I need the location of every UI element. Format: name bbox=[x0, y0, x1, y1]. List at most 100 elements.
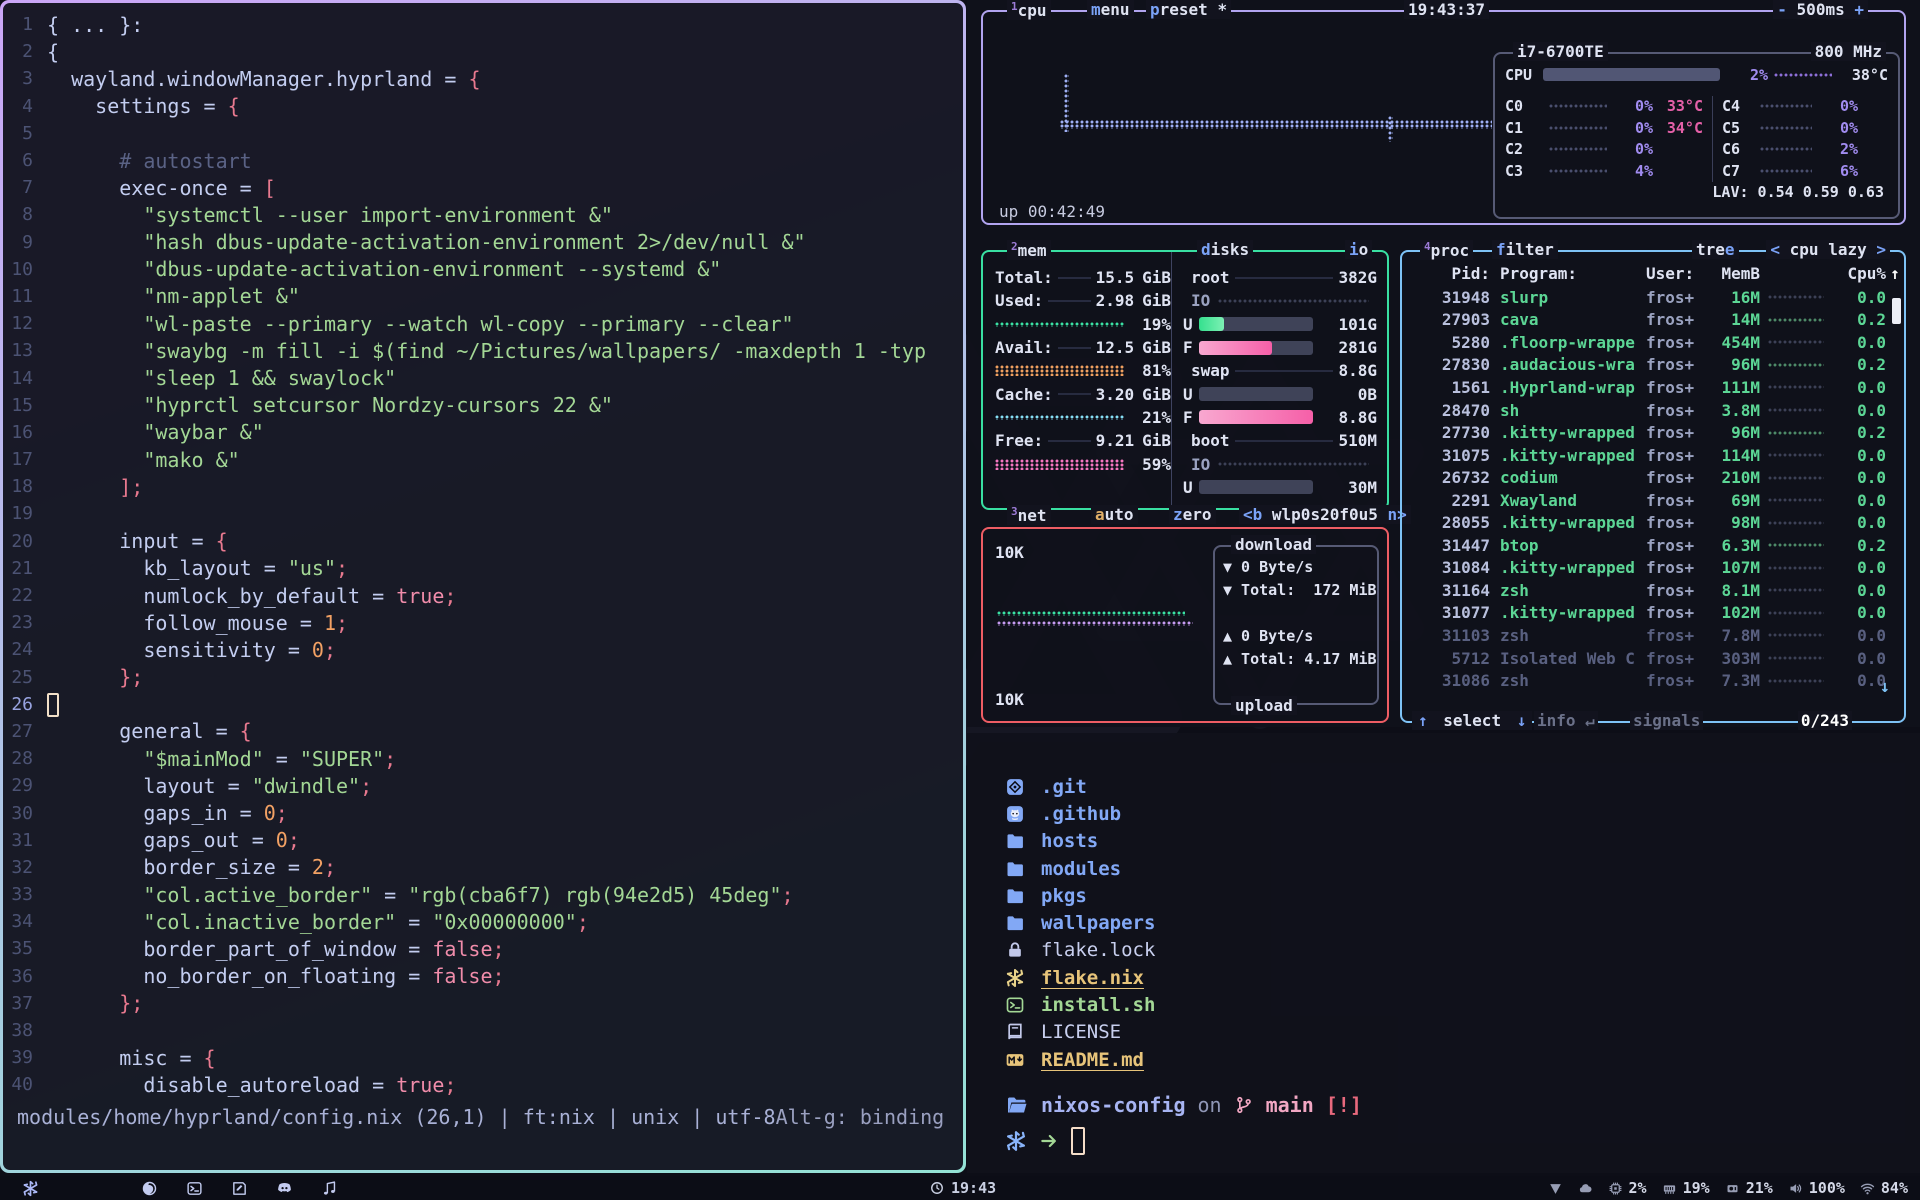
proc-row[interactable]: 5712Isolated Web Cfros+303M0.0 bbox=[1402, 647, 1898, 670]
code-line[interactable]: 5 bbox=[3, 120, 963, 147]
code-line[interactable]: 16 "waybar &" bbox=[3, 419, 963, 446]
interval-minus-button[interactable]: - bbox=[1777, 0, 1787, 19]
code-line[interactable]: 32 border_size = 2; bbox=[3, 854, 963, 881]
code-line[interactable]: 3 wayland.windowManager.hyprland = { bbox=[3, 65, 963, 92]
code-line[interactable]: 38 bbox=[3, 1017, 963, 1044]
code-line[interactable]: 21 kb_layout = "us"; bbox=[3, 555, 963, 582]
nix-logo-icon[interactable] bbox=[22, 1180, 39, 1197]
code-line[interactable]: 12 "wl-paste --primary --watch wl-copy -… bbox=[3, 310, 963, 337]
code-line[interactable]: 11 "nm-applet &" bbox=[3, 283, 963, 310]
proc-row[interactable]: 27830.audacious-wrafros+96M0.2 bbox=[1402, 354, 1898, 377]
code-line[interactable]: 34 "col.inactive_border" = "0x00000000"; bbox=[3, 908, 963, 935]
code-line[interactable]: 19 bbox=[3, 500, 963, 527]
code-line[interactable]: 4 settings = { bbox=[3, 93, 963, 120]
code-line[interactable]: 30 gaps_in = 0; bbox=[3, 799, 963, 826]
tray-module[interactable]: 19% bbox=[1662, 1179, 1710, 1197]
code-line[interactable]: 10 "dbus-update-activation-environment -… bbox=[3, 256, 963, 283]
proc-scrollbar-thumb[interactable] bbox=[1892, 298, 1901, 324]
menu-button[interactable]: menu bbox=[1087, 0, 1134, 19]
tray-module[interactable]: 84% bbox=[1860, 1179, 1908, 1197]
scroll-down-icon[interactable]: ↓ bbox=[1880, 677, 1890, 697]
info-control[interactable]: info ↵ bbox=[1534, 711, 1598, 730]
signals-control[interactable]: signals bbox=[1630, 711, 1703, 730]
io-mode-button[interactable]: io bbox=[1345, 240, 1372, 259]
code-line[interactable]: 20 input = { bbox=[3, 528, 963, 555]
net-interface-switcher[interactable]: <b wlp0s20f0u5 n> bbox=[1239, 505, 1411, 524]
tray-module[interactable]: 100% bbox=[1788, 1179, 1845, 1197]
editor-window[interactable]: 1{ ... }:2{3 wayland.windowManager.hyprl… bbox=[0, 0, 966, 1173]
shell-prompt-input-line[interactable] bbox=[1005, 1127, 1085, 1155]
interval-plus-button[interactable]: + bbox=[1854, 0, 1864, 19]
proc-row[interactable]: 31075.kitty-wrappedfros+114M0.0 bbox=[1402, 444, 1898, 467]
proc-row[interactable]: 31077.kitty-wrappedfros+102M0.0 bbox=[1402, 602, 1898, 625]
code-line[interactable]: 18 ]; bbox=[3, 473, 963, 500]
code-line[interactable]: 6 # autostart bbox=[3, 147, 963, 174]
select-control[interactable]: ↑ select ↓ bbox=[1412, 711, 1532, 730]
proc-row[interactable]: 31086zshfros+7.3M0.0 bbox=[1402, 669, 1898, 692]
code-line[interactable]: 24 sensitivity = 0; bbox=[3, 636, 963, 663]
proc-row[interactable]: 31164zshfros+8.1M0.0 bbox=[1402, 579, 1898, 602]
code-line[interactable]: 15 "hyprctl setcursor Nordzy-cursors 22 … bbox=[3, 392, 963, 419]
net-zero-button[interactable]: zero bbox=[1169, 505, 1216, 524]
proc-row[interactable]: 5280.floorp-wrappefros+454M0.0 bbox=[1402, 331, 1898, 354]
code-line[interactable]: 29 layout = "dwindle"; bbox=[3, 772, 963, 799]
tray-module[interactable] bbox=[1548, 1181, 1563, 1196]
proc-row[interactable]: 28055.kitty-wrappedfros+98M0.0 bbox=[1402, 511, 1898, 534]
code-line[interactable]: 8 "systemctl --user import-environment &… bbox=[3, 201, 963, 228]
disks-title[interactable]: disks bbox=[1197, 240, 1253, 259]
firefox-icon[interactable] bbox=[141, 1180, 158, 1197]
code-line[interactable]: 22 numlock_by_default = true; bbox=[3, 582, 963, 609]
code-line[interactable]: 25 }; bbox=[3, 664, 963, 691]
code-line[interactable]: 28 "$mainMod" = "SUPER"; bbox=[3, 745, 963, 772]
code-lines[interactable]: 1{ ... }:2{3 wayland.windowManager.hyprl… bbox=[3, 11, 963, 1099]
tray-module[interactable] bbox=[1578, 1181, 1593, 1196]
tray-module[interactable]: 2% bbox=[1608, 1179, 1647, 1197]
net-auto-button[interactable]: auto bbox=[1091, 505, 1138, 524]
proc-row[interactable]: 2291Xwaylandfros+69M0.0 bbox=[1402, 489, 1898, 512]
music-icon[interactable] bbox=[321, 1180, 338, 1197]
tab-net[interactable]: 3net bbox=[1007, 505, 1051, 525]
files-terminal-window[interactable]: .git.githubhostsmodulespkgswallpapersfla… bbox=[967, 733, 1920, 1173]
tray-module[interactable]: 21% bbox=[1725, 1179, 1773, 1197]
code-line[interactable]: 7 exec-once = [ bbox=[3, 174, 963, 201]
discord-icon[interactable] bbox=[276, 1180, 293, 1197]
terminal-icon[interactable] bbox=[186, 1180, 203, 1197]
update-interval-control[interactable]: - 500ms + bbox=[1773, 0, 1868, 19]
taskbar-clock[interactable]: 19:43 bbox=[930, 1176, 996, 1200]
proc-tree-button[interactable]: tree bbox=[1692, 240, 1739, 259]
tab-cpu[interactable]: 1cpu bbox=[1007, 0, 1051, 20]
code-line[interactable]: 9 "hash dbus-update-activation-environme… bbox=[3, 229, 963, 256]
proc-row[interactable]: 31948slurpfros+16M0.0 bbox=[1402, 286, 1898, 309]
code-line[interactable]: 37 }; bbox=[3, 990, 963, 1017]
code-line[interactable]: 2{ bbox=[3, 38, 963, 65]
code-line[interactable]: 17 "mako &" bbox=[3, 446, 963, 473]
proc-row[interactable]: 1561.Hyprland-wrapfros+111M0.0 bbox=[1402, 376, 1898, 399]
proc-row[interactable]: 28470shfros+3.8M0.0 bbox=[1402, 399, 1898, 422]
code-line[interactable]: 31 gaps_out = 0; bbox=[3, 827, 963, 854]
proc-row[interactable]: 31084.kitty-wrappedfros+107M0.0 bbox=[1402, 557, 1898, 580]
tab-proc[interactable]: 4proc bbox=[1420, 240, 1473, 260]
editor-buffer[interactable]: 1{ ... }:2{3 wayland.windowManager.hyprl… bbox=[3, 3, 963, 1170]
code-line[interactable]: 40 disable_autoreload = true; bbox=[3, 1071, 963, 1098]
proc-row[interactable]: 26732codiumfros+210M0.0 bbox=[1402, 466, 1898, 489]
code-line[interactable]: 1{ ... }: bbox=[3, 11, 963, 38]
code-line[interactable]: 33 "col.active_border" = "rgb(cba6f7) rg… bbox=[3, 881, 963, 908]
proc-row[interactable]: 31103zshfros+7.8M0.0 bbox=[1402, 624, 1898, 647]
tab-mem[interactable]: 2mem bbox=[1007, 240, 1051, 260]
code-line[interactable]: 36 no_border_on_floating = false; bbox=[3, 963, 963, 990]
preset-button[interactable]: preset * bbox=[1146, 0, 1231, 19]
code-line[interactable]: 26 bbox=[3, 691, 963, 718]
proc-row[interactable]: 27730.kitty-wrappedfros+96M0.2 bbox=[1402, 421, 1898, 444]
code-line[interactable]: 13 "swaybg -m fill -i $(find ~/Pictures/… bbox=[3, 337, 963, 364]
proc-row[interactable]: 31447btopfros+6.3M0.2 bbox=[1402, 534, 1898, 557]
code-line[interactable]: 39 misc = { bbox=[3, 1044, 963, 1071]
code-line[interactable]: 23 follow_mouse = 1; bbox=[3, 609, 963, 636]
proc-row[interactable]: 27903cavafros+14M0.2 bbox=[1402, 309, 1898, 332]
proc-sort-selector[interactable]: < cpu lazy > bbox=[1766, 240, 1890, 259]
code-line[interactable]: 35 border_part_of_window = false; bbox=[3, 935, 963, 962]
code-line[interactable]: 27 general = { bbox=[3, 718, 963, 745]
code-line[interactable]: 14 "sleep 1 && swaylock" bbox=[3, 364, 963, 391]
btop-monitor-window[interactable]: 1cpu menu preset * 19:43:37 - 500ms + up… bbox=[967, 0, 1920, 727]
notes-icon[interactable] bbox=[231, 1180, 248, 1197]
proc-filter-button[interactable]: filter bbox=[1492, 240, 1558, 259]
